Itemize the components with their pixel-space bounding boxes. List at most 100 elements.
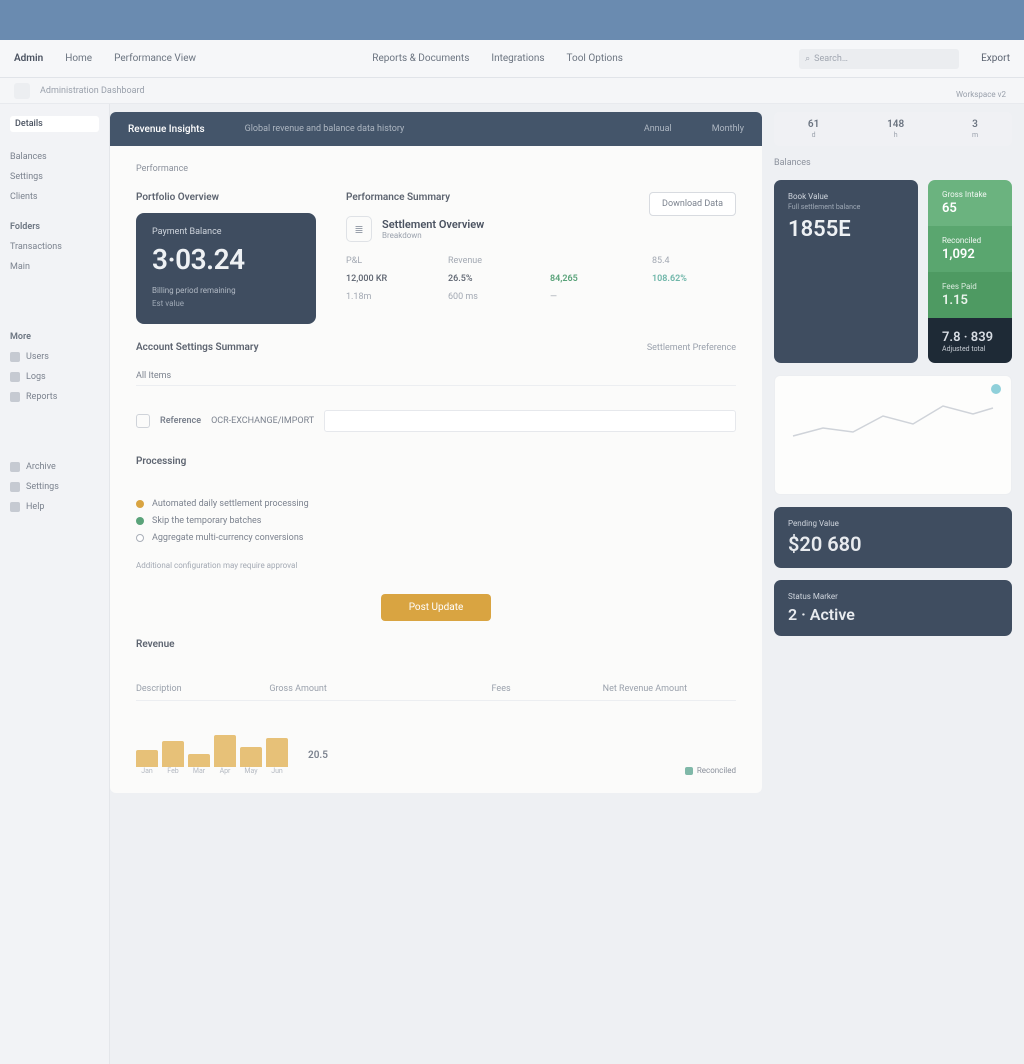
nav-performance[interactable]: Performance View [114,53,196,64]
pending-value-card: Pending Value $20 680 [774,507,1012,568]
sidebar-item-logs[interactable]: Logs [10,372,99,382]
tab-revenue[interactable]: Revenue Insights [128,124,205,135]
stat-grid: P&L Revenue 85.4 12,000 KR 26.5% 84,265 … [346,256,736,302]
download-button[interactable]: Download Data [649,192,736,216]
portfolio-title: Portfolio Overview [136,192,316,203]
bar-Apr [214,735,236,767]
book-value-amount: 1855E [788,217,904,242]
breadcrumb: Administration Dashboard [40,86,145,96]
balance-sub: Billing period remaining [152,286,300,295]
stat-v5: 600 ms [448,292,532,302]
sidebar-item-settings[interactable]: Settings [10,172,99,182]
nav-tools[interactable]: Tool Options [567,53,623,64]
settlement-title: Settlement Overview [382,218,484,231]
stat-k3: 12,000 KR [346,274,430,284]
sidebar-group-more: More [10,332,99,342]
nav-integrations[interactable]: Integrations [491,53,544,64]
gear-icon [10,482,20,492]
sidebar-item-archive[interactable]: Archive [10,462,99,472]
col-desc: Description [136,684,269,694]
status-value: 2 · Active [788,605,998,624]
post-update-button[interactable]: Post Update [381,594,492,621]
nav-reports[interactable]: Reports & Documents [372,53,469,64]
kpi-2: 148h [887,119,904,139]
revenue-bar-chart [136,727,288,767]
balance-label: Payment Balance [152,227,300,237]
search-icon: ⌕ [805,54,810,64]
right-label: Balances [774,158,1012,168]
pending-value: $20 680 [788,532,998,556]
ref-icon [136,414,150,428]
sidebar-item-balances[interactable]: Balances [10,152,99,162]
dot-amber-icon [136,500,144,508]
status-label: Status Marker [788,592,998,601]
app-icon [14,83,30,99]
subtab-all[interactable]: All Items [136,371,736,386]
stat-v3: 26.5% [448,274,532,284]
book-value-card: Book Value Full settlement balance 1855E [774,180,918,363]
account-settings-title: Account Settings Summary [136,342,259,353]
archive-icon [10,462,20,472]
sidebar-group-folders: Folders [10,222,99,232]
stat-v4: 108.62% [652,274,736,284]
tab-monthly[interactable]: Monthly [712,124,744,134]
green-seg-2: Reconciled1,092 [928,226,1012,272]
col-blank [380,684,491,694]
kpi-3: 3m [972,119,978,139]
col-fees: Fees [492,684,603,694]
revenue-table-head: Description Gross Amount Fees Net Revenu… [136,678,736,701]
tab-subtitle: Global revenue and balance data history [245,124,405,134]
col-gross: Gross Amount [269,684,380,694]
ref-field[interactable] [324,410,736,432]
balance-value: 3·03.24 [152,243,300,276]
stat-k4: 84,265 [550,274,634,284]
book-value-label: Book Value [788,192,904,201]
dot-green-icon [136,517,144,525]
stat-k1: P&L [346,256,430,266]
reports-icon [10,392,20,402]
sub-top-row: Administration Dashboard Workspace v2 [0,78,1024,104]
sidebar-item-details[interactable]: Details [10,116,99,132]
bullet-3: Aggregate multi-currency conversions [136,533,736,543]
users-icon [10,352,20,362]
search-placeholder: Search… [814,54,848,64]
settlement-pref: Settlement Preference [647,343,736,353]
right-sparkline-card [774,375,1012,495]
sidebar-item-transactions[interactable]: Transactions [10,242,99,252]
chart-value-label: 20.5 [308,750,328,761]
dot-grey-icon [136,534,144,542]
bullet-2: Skip the temporary batches [136,516,736,526]
processing-title: Processing [136,456,736,467]
nav-home[interactable]: Home [65,53,92,64]
tab-strip: Revenue Insights Global revenue and bala… [110,112,762,146]
tab-annual[interactable]: Annual [644,124,672,134]
revenue-title: Revenue [136,639,736,650]
sidebar: Details Balances Settings Clients Folder… [0,104,110,1064]
bar-Jun [266,738,288,767]
main-panel: Performance Portfolio Overview Payment B… [110,146,762,793]
sidebar-item-reports[interactable]: Reports [10,392,99,402]
payment-balance-card: Payment Balance 3·03.24 Billing period r… [136,213,316,324]
pending-label: Pending Value [788,519,998,528]
global-search[interactable]: ⌕ Search… [799,49,959,69]
right-column: 61d 148h 3m Balances Book Value Full set… [762,104,1024,1064]
brand[interactable]: Admin [14,53,43,64]
sidebar-item-main[interactable]: Main [10,262,99,272]
stat-k5: 1.18m [346,292,430,302]
sidebar-item-users[interactable]: Users [10,352,99,362]
stat-v2a: 85.4 [652,256,736,266]
sidebar-item-help[interactable]: Help [10,502,99,512]
summary-title: Performance Summary [346,192,450,203]
green-seg-4: 7.8 · 839Adjusted total [928,318,1012,363]
kpi-1: 61d [808,119,819,139]
green-seg-1: Gross Intake65 [928,180,1012,226]
bullet-1: Automated daily settlement processing [136,499,736,509]
chart-axis: JanFebMarAprMayJun [136,767,288,775]
config-note: Additional configuration may require app… [136,561,736,570]
book-value-sub: Full settlement balance [788,203,904,211]
panel-subhead: Performance [136,164,736,174]
sidebar-item-settings2[interactable]: Settings [10,482,99,492]
legend-swatch-icon [685,767,693,775]
export-button[interactable]: Export [981,53,1010,64]
sidebar-item-clients[interactable]: Clients [10,192,99,202]
